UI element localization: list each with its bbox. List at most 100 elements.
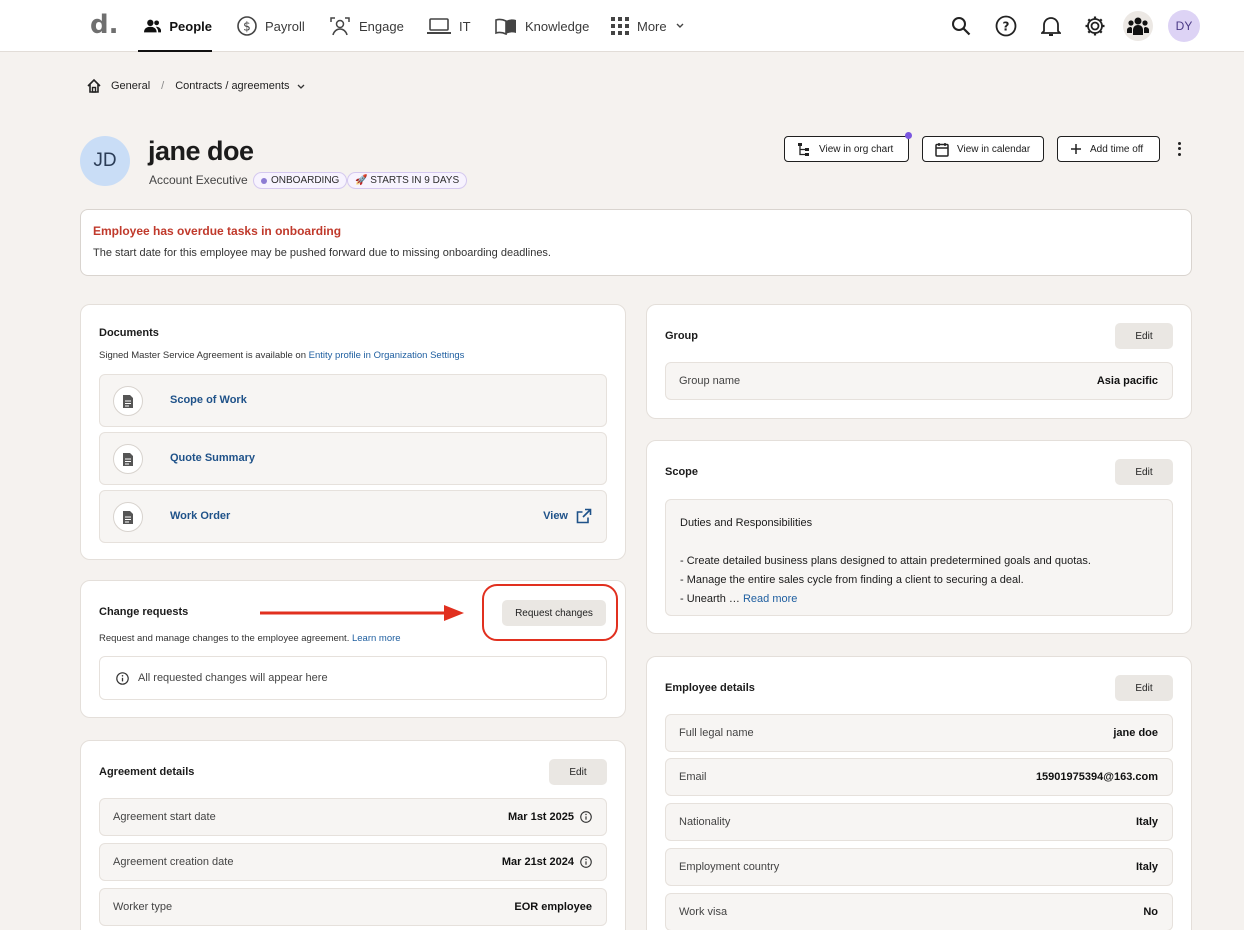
agreement-creation-date-row: Agreement creation date Mar 21st 2024	[99, 843, 607, 881]
view-in-calendar-button[interactable]: View in calendar	[922, 136, 1044, 162]
nav-knowledge-label: Knowledge	[525, 18, 590, 34]
work-visa-row: Work visa No	[665, 893, 1173, 930]
nav-people[interactable]: People	[138, 0, 212, 52]
more-options-button[interactable]	[1172, 138, 1186, 160]
nav-people-label: People	[169, 18, 212, 34]
documents-title: Documents	[99, 327, 159, 339]
read-more-link[interactable]: Read more	[743, 593, 797, 605]
alert-title: Employee has overdue tasks in onboarding	[93, 224, 342, 238]
add-time-off-label: Add time off	[1090, 143, 1144, 155]
document-label[interactable]: Work Order	[170, 510, 230, 522]
document-icon	[113, 502, 143, 532]
status-badge-label: ONBOARDING	[271, 175, 340, 186]
gear-icon	[1085, 16, 1105, 36]
group-title: Group	[665, 330, 698, 342]
row-label: Worker type	[113, 901, 173, 913]
document-icon	[113, 386, 143, 416]
agreement-details-card: Agreement details Edit Agreement start d…	[80, 740, 626, 930]
home-icon[interactable]	[86, 78, 102, 94]
deel-logo[interactable]: d.	[90, 10, 119, 40]
info-icon[interactable]	[580, 811, 592, 823]
dollar-icon: $	[237, 16, 257, 36]
nav-it-label: IT	[459, 18, 471, 34]
empty-state-text: All requested changes will appear here	[138, 672, 328, 684]
change-requests-subtitle-text: Request and manage changes to the employ…	[99, 633, 352, 644]
row-label: Agreement creation date	[113, 856, 234, 868]
employee-details-card: Employee details Edit Full legal name ja…	[646, 656, 1192, 930]
status-dot	[261, 177, 267, 184]
laptop-icon	[427, 18, 451, 34]
row-value: EOR employee	[514, 901, 592, 913]
row-value: No	[1143, 906, 1158, 918]
breadcrumb: General / Contracts / agreements	[86, 78, 306, 94]
documents-card: Documents Signed Master Service Agreemen…	[80, 304, 626, 560]
row-value: Mar 21st 2024	[502, 856, 592, 868]
external-link-icon	[576, 508, 592, 524]
learn-more-link[interactable]: Learn more	[352, 633, 401, 644]
row-label: Nationality	[679, 816, 731, 828]
notification-dot	[905, 132, 912, 139]
nav-it[interactable]: IT	[427, 0, 471, 52]
info-icon[interactable]	[580, 856, 592, 868]
bell-icon	[1041, 17, 1061, 36]
notifications-button[interactable]	[1038, 13, 1064, 39]
scope-line-text: - Unearth …	[680, 593, 743, 605]
nav-payroll-label: Payroll	[265, 18, 305, 34]
nav-more[interactable]: More	[611, 0, 685, 52]
team-icon	[1127, 17, 1149, 35]
nav-engage[interactable]: Engage	[329, 0, 404, 52]
view-label: View	[543, 510, 568, 522]
team-button[interactable]	[1123, 11, 1153, 41]
start-badge: 🚀 STARTS IN 9 DAYS	[347, 172, 468, 189]
search-button[interactable]	[948, 13, 974, 39]
row-value: Italy	[1135, 861, 1158, 873]
row-value: Asia pacific	[1096, 375, 1158, 387]
agreement-start-date-row: Agreement start date Mar 1st 2025	[99, 798, 607, 836]
scope-line-truncated: - Unearth … Read more	[680, 590, 1158, 609]
add-time-off-button[interactable]: Add time off	[1057, 136, 1160, 162]
scope-description: Duties and Responsibilities - Create det…	[665, 499, 1173, 616]
document-label[interactable]: Scope of Work	[170, 394, 247, 406]
nav-payroll[interactable]: $ Payroll	[237, 0, 305, 52]
document-row-work-order[interactable]: Work Order View	[99, 490, 607, 543]
scope-card: Scope Edit Duties and Responsibilities -…	[646, 440, 1192, 634]
annotation-arrow	[260, 605, 464, 621]
people-icon	[144, 19, 162, 33]
change-requests-empty-state: All requested changes will appear here	[99, 656, 607, 700]
entity-profile-link[interactable]: Entity profile in Organization Settings	[309, 350, 465, 361]
row-label: Agreement start date	[113, 811, 216, 823]
document-row-scope-of-work[interactable]: Scope of Work	[99, 374, 607, 427]
view-org-chart-button[interactable]: View in org chart	[784, 136, 909, 162]
breadcrumb-general[interactable]: General	[111, 80, 150, 92]
employee-details-edit-button[interactable]: Edit	[1115, 675, 1173, 701]
document-label[interactable]: Quote Summary	[170, 452, 255, 464]
breadcrumb-current[interactable]: Contracts / agreements	[175, 80, 289, 92]
grid-icon	[611, 17, 629, 35]
scope-heading: Duties and Responsibilities	[680, 517, 813, 529]
calendar-icon	[935, 142, 949, 157]
scope-edit-button[interactable]: Edit	[1115, 459, 1173, 485]
group-edit-button[interactable]: Edit	[1115, 323, 1173, 349]
breadcrumb-separator: /	[161, 80, 165, 92]
document-row-quote-summary[interactable]: Quote Summary	[99, 432, 607, 485]
scope-line: - Manage the entire sales cycle from fin…	[680, 574, 1024, 586]
user-avatar[interactable]: DY	[1168, 10, 1200, 42]
group-name-row: Group name Asia pacific	[665, 362, 1173, 400]
top-navigation: d. People $ Payroll Engage IT Knowledge …	[0, 0, 1244, 52]
chevron-down-icon[interactable]	[296, 82, 306, 90]
employee-avatar: JD	[80, 136, 130, 186]
nav-more-label: More	[637, 18, 667, 34]
settings-button[interactable]	[1082, 13, 1108, 39]
scope-title: Scope	[665, 466, 699, 478]
employee-role: Account Executive	[149, 173, 248, 187]
change-requests-title: Change requests	[99, 606, 189, 618]
nav-knowledge[interactable]: Knowledge	[495, 0, 589, 52]
start-badge-label: 🚀 STARTS IN 9 DAYS	[355, 175, 460, 186]
org-chart-icon	[798, 143, 809, 156]
alert-message: The start date for this employee may be …	[93, 247, 551, 259]
help-button[interactable]: ?	[993, 13, 1019, 39]
row-label: Employment country	[679, 861, 780, 873]
view-document-link[interactable]: View	[543, 508, 592, 524]
chevron-down-icon	[676, 23, 684, 28]
agreement-edit-button[interactable]: Edit	[549, 759, 607, 785]
